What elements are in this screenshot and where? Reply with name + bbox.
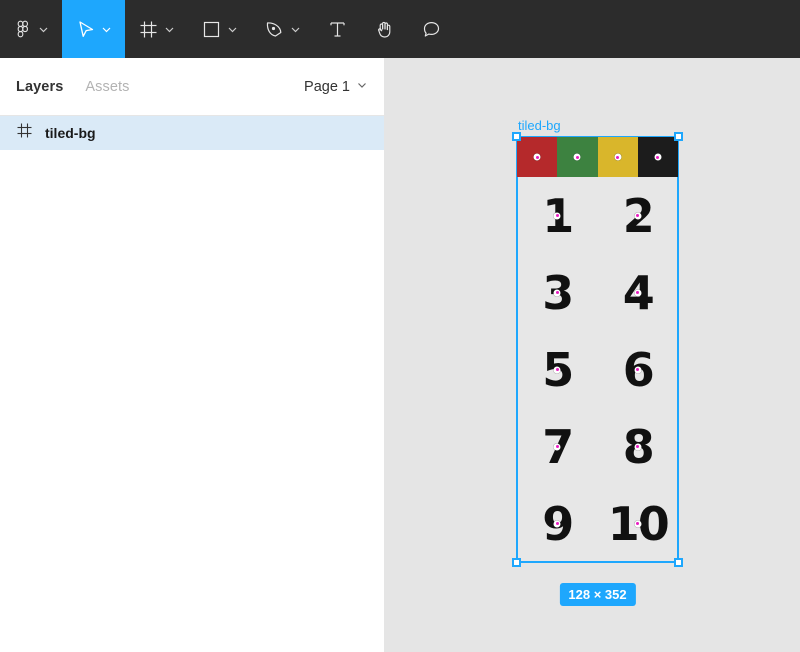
tile-green[interactable] <box>557 137 598 177</box>
panel-tabs: Layers Assets Page 1 <box>0 58 384 116</box>
color-tiles-row <box>517 137 678 177</box>
anchor-point-icon <box>553 289 561 296</box>
tile-black[interactable] <box>637 137 678 177</box>
hand-icon <box>374 19 395 40</box>
chevron-down-icon <box>227 24 238 35</box>
anchor-point-icon <box>654 153 662 161</box>
layer-row-tiled-bg[interactable]: tiled-bg <box>0 116 384 150</box>
number-tile-1[interactable]: 1 <box>517 177 598 254</box>
chevron-down-icon <box>101 24 112 35</box>
toolbar <box>0 0 800 58</box>
square-icon <box>201 19 222 40</box>
tool-frame[interactable] <box>125 0 188 58</box>
anchor-point-icon <box>533 153 541 161</box>
tool-figma-menu[interactable] <box>0 0 62 58</box>
tool-comment[interactable] <box>408 0 455 58</box>
anchor-point-icon <box>634 443 642 450</box>
chevron-down-icon <box>356 79 368 95</box>
comment-bubble-icon <box>421 19 442 40</box>
pen-icon <box>264 19 285 40</box>
tool-hand[interactable] <box>361 0 408 58</box>
number-tile-7[interactable]: 7 <box>517 408 598 485</box>
canvas[interactable]: tiled-bg 12345678910 12 8 <box>385 58 800 652</box>
anchor-point-icon <box>553 212 561 219</box>
anchor-point-icon <box>634 366 642 373</box>
number-tile-5[interactable]: 5 <box>517 331 598 408</box>
number-tile-4[interactable]: 4 <box>598 254 679 331</box>
anchor-point-icon <box>553 443 561 450</box>
cursor-arrow-icon <box>75 19 96 40</box>
anchor-point-icon <box>553 366 561 373</box>
page-selector[interactable]: Page 1 <box>304 79 368 95</box>
text-t-icon <box>327 19 348 40</box>
number-tile-6[interactable]: 6 <box>598 331 679 408</box>
left-panel: Layers Assets Page 1 tiled-bg <box>0 58 385 652</box>
figma-logo-icon <box>13 19 33 39</box>
tool-shape[interactable] <box>188 0 251 58</box>
selected-frame[interactable]: tiled-bg 12345678910 12 8 <box>512 118 683 606</box>
number-grid: 12345678910 <box>517 177 678 562</box>
anchor-point-icon <box>553 520 561 527</box>
page-selector-label: Page 1 <box>304 78 350 95</box>
tool-text[interactable] <box>314 0 361 58</box>
resize-handle-top-right[interactable] <box>674 132 683 141</box>
anchor-point-icon <box>634 212 642 219</box>
frame-icon <box>138 19 159 40</box>
number-tile-2[interactable]: 2 <box>598 177 679 254</box>
chevron-down-icon <box>164 24 175 35</box>
tab-layers[interactable]: Layers <box>16 79 63 95</box>
layer-list: tiled-bg <box>0 116 384 150</box>
chevron-down-icon <box>290 24 301 35</box>
layer-name: tiled-bg <box>45 125 96 141</box>
size-badge: 128 × 352 <box>559 583 636 606</box>
anchor-point-icon <box>614 153 622 161</box>
tile-yellow[interactable] <box>597 137 638 177</box>
tool-pen[interactable] <box>251 0 314 58</box>
chevron-down-icon <box>38 24 49 35</box>
number-tile-9[interactable]: 9 <box>517 485 598 562</box>
resize-handle-top-left[interactable] <box>512 132 521 141</box>
frame-body: 12345678910 <box>516 136 679 563</box>
frame-label[interactable]: tiled-bg <box>518 118 561 133</box>
anchor-point-icon <box>634 289 642 296</box>
resize-handle-bottom-left[interactable] <box>512 558 521 567</box>
tab-assets[interactable]: Assets <box>85 79 129 95</box>
tool-move[interactable] <box>62 0 125 58</box>
tile-red[interactable] <box>517 137 558 177</box>
anchor-point-icon <box>634 520 642 527</box>
frame-icon <box>16 122 33 144</box>
number-tile-8[interactable]: 8 <box>598 408 679 485</box>
number-tile-3[interactable]: 3 <box>517 254 598 331</box>
number-tile-10[interactable]: 10 <box>598 485 679 562</box>
anchor-point-icon <box>573 153 581 161</box>
resize-handle-bottom-right[interactable] <box>674 558 683 567</box>
